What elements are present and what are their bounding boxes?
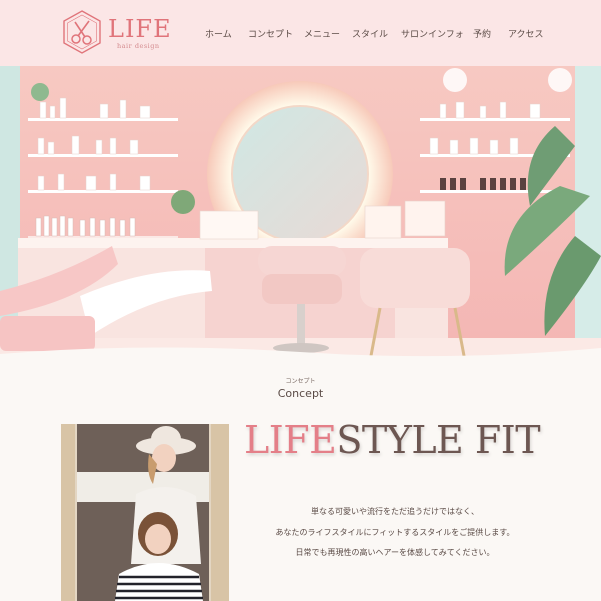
nav-salon-info[interactable]: サロンインフォ [401, 27, 464, 40]
stylist-photo [61, 424, 229, 601]
nav-style[interactable]: スタイル [352, 27, 388, 40]
hero-salon-image [0, 66, 601, 366]
nav-reserve[interactable]: 予約 [473, 27, 491, 40]
nav-concept[interactable]: コンセプト [248, 27, 293, 40]
concept-section-title: Concept [277, 387, 324, 400]
concept-body-line: あなたのライフスタイルにフィットするスタイルをご提供します。 [275, 527, 515, 537]
nav-menu[interactable]: メニュー [304, 27, 340, 40]
salon-interior-illustration [0, 66, 601, 366]
concept-headline: LIFESTYLE FIT [244, 418, 544, 462]
concept-small-label: コンセプト [285, 378, 316, 385]
nav-home[interactable]: ホーム [205, 27, 232, 40]
nav-access[interactable]: アクセス [508, 27, 544, 40]
headline-accent: LIFE [244, 418, 337, 462]
concept-body-line: 単なる可愛いや流行をただ追うだけではなく、 [311, 507, 479, 516]
logo[interactable]: LIFE hair design [60, 9, 172, 57]
concept-body: 単なる可愛いや流行をただ追うだけではなく、 あなたのライフスタイルにフィットする… [250, 502, 540, 564]
logo-subtitle: hair design [117, 42, 160, 50]
logo-text: LIFE [108, 15, 172, 43]
scissors-logo-icon [63, 10, 101, 54]
site-header: LIFE hair design ホーム コンセプト メニュー スタイル サロン… [0, 0, 601, 66]
concept-body-line: 日常でも再現性の高いヘアーを体感してみてください。 [295, 548, 495, 557]
stylist-and-client-image [61, 424, 229, 601]
headline-rest: STYLE FIT [336, 418, 541, 462]
